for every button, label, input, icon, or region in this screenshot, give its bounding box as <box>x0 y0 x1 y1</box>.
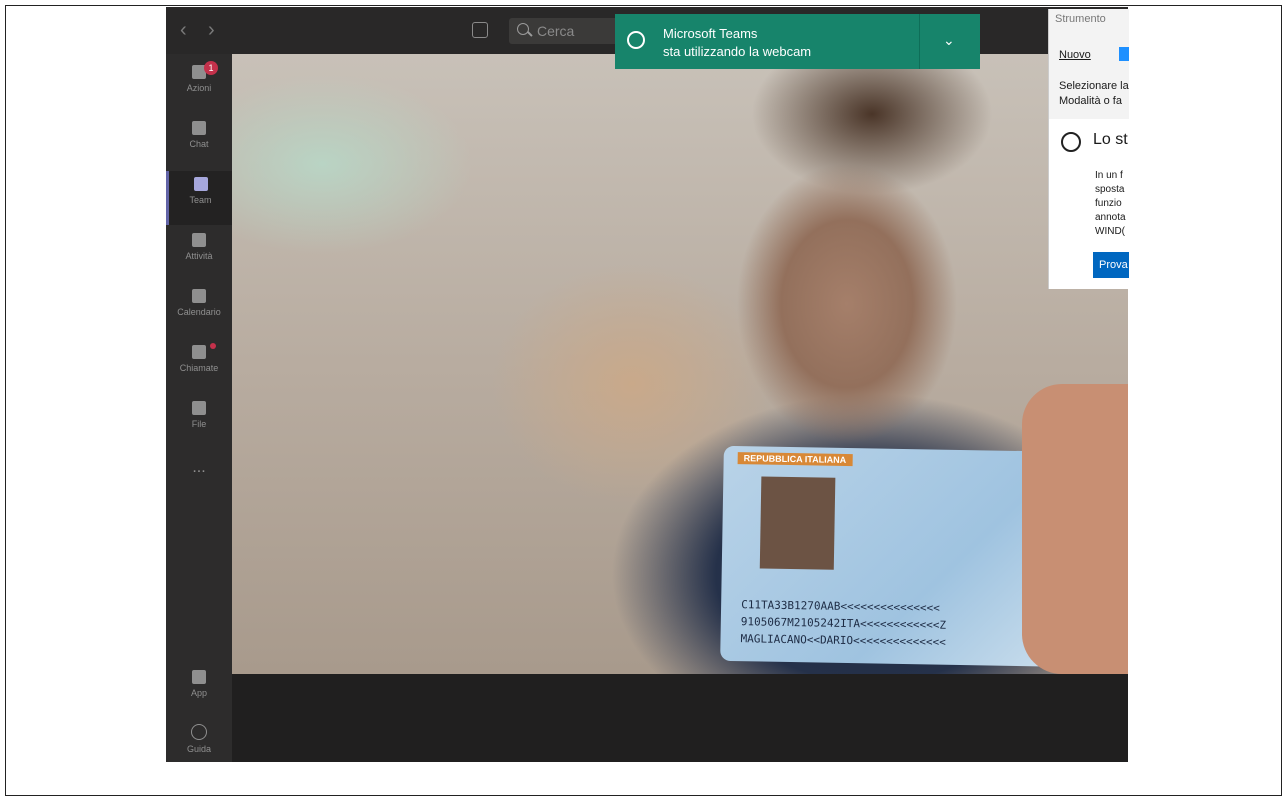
calendar-icon <box>192 289 206 303</box>
rail-item-guida[interactable]: Guida <box>166 718 232 762</box>
unread-dot <box>210 343 216 349</box>
rail-label: Guida <box>186 744 212 754</box>
promo-line: In un f <box>1095 170 1123 181</box>
rail-item-team[interactable]: Team <box>166 171 232 225</box>
apps-icon <box>192 670 206 684</box>
webcam-notification[interactable]: Microsoft Teams sta utilizzando la webca… <box>615 14 980 69</box>
rail-label: Azioni <box>186 83 212 93</box>
webcam-video: REPUBBLICA ITALIANA C11TA33B1270AAB<<<<<… <box>232 54 1128 674</box>
snip-sketch-icon <box>1061 132 1081 152</box>
snipping-tool-window: Strumento Nuovo Selezionare la Modalità … <box>1048 9 1129 289</box>
file-icon <box>192 401 206 415</box>
notification-badge: 1 <box>204 61 218 75</box>
search-placeholder: Cerca <box>537 23 575 39</box>
instruction-line-2: Modalità o fa <box>1059 95 1122 107</box>
promo-line: funzio <box>1095 198 1122 209</box>
rail-label: App <box>190 688 207 698</box>
teams-window: ‹ › Cerca 1 Azioni Chat Team Attività Ca… <box>166 7 1128 762</box>
compose-icon[interactable] <box>472 22 488 38</box>
try-button[interactable]: Prova <box>1093 252 1129 278</box>
teams-icon <box>193 177 208 191</box>
webcam-icon <box>627 31 645 49</box>
rail-item-attivita[interactable]: Attività <box>166 227 232 281</box>
rail-label: Attività <box>185 251 213 261</box>
promo-heading: Lo st <box>1093 131 1128 148</box>
search-icon <box>517 23 529 35</box>
rail-label: Chiamate <box>179 363 219 373</box>
rail-label: File <box>191 419 207 429</box>
rail-item-calendario[interactable]: Calendario <box>166 283 232 337</box>
chat-icon <box>192 121 206 135</box>
more-icon: ... <box>192 459 206 476</box>
notification-app: Microsoft Teams <box>663 26 758 41</box>
assignments-icon <box>192 233 206 247</box>
back-arrow-icon[interactable]: ‹ <box>180 19 187 42</box>
promo-line: annota <box>1095 212 1126 223</box>
card-photo <box>759 476 836 570</box>
card-header: REPUBBLICA ITALIANA <box>737 452 853 467</box>
promo-line: WIND( <box>1095 226 1125 237</box>
search-box[interactable]: Cerca <box>509 18 619 44</box>
rail-label: Calendario <box>177 307 221 317</box>
help-icon <box>191 724 207 740</box>
card-mrz: C11TA33B1270AAB<<<<<<<<<<<<<<< 9105067M2… <box>740 596 946 651</box>
chevron-down-icon[interactable]: ⌄ <box>943 32 955 49</box>
rail-item-app[interactable]: App <box>166 664 232 718</box>
mode-icon[interactable] <box>1119 47 1129 61</box>
snip-title: Strumento <box>1055 13 1106 25</box>
rail-label: Team <box>189 195 212 205</box>
rail-item-more[interactable]: ... <box>166 459 232 513</box>
promo-body: In un f sposta funzio annota WIND( <box>1095 169 1126 239</box>
app-rail: 1 Azioni Chat Team Attività Calendario C… <box>166 54 232 762</box>
divider <box>919 14 920 69</box>
mrz-line: MAGLIACANO<<DARIO<<<<<<<<<<<<<< <box>740 632 946 649</box>
forward-arrow-icon[interactable]: › <box>208 19 215 42</box>
notification-message: sta utilizzando la webcam <box>663 44 812 59</box>
phone-icon <box>192 345 206 359</box>
promo-line: sposta <box>1095 184 1125 195</box>
new-label: Nuovo <box>1059 49 1091 61</box>
rail-item-chiamate[interactable]: Chiamate <box>166 339 232 393</box>
rail-item-file[interactable]: File <box>166 395 232 449</box>
call-bottom-area <box>232 674 1128 762</box>
rail-item-azioni[interactable]: 1 Azioni <box>166 59 232 113</box>
rail-label: Chat <box>189 139 209 149</box>
rail-item-chat[interactable]: Chat <box>166 115 232 169</box>
hand <box>1022 384 1128 674</box>
new-button[interactable]: Nuovo <box>1059 49 1091 61</box>
instruction-line-1: Selezionare la <box>1059 80 1129 92</box>
